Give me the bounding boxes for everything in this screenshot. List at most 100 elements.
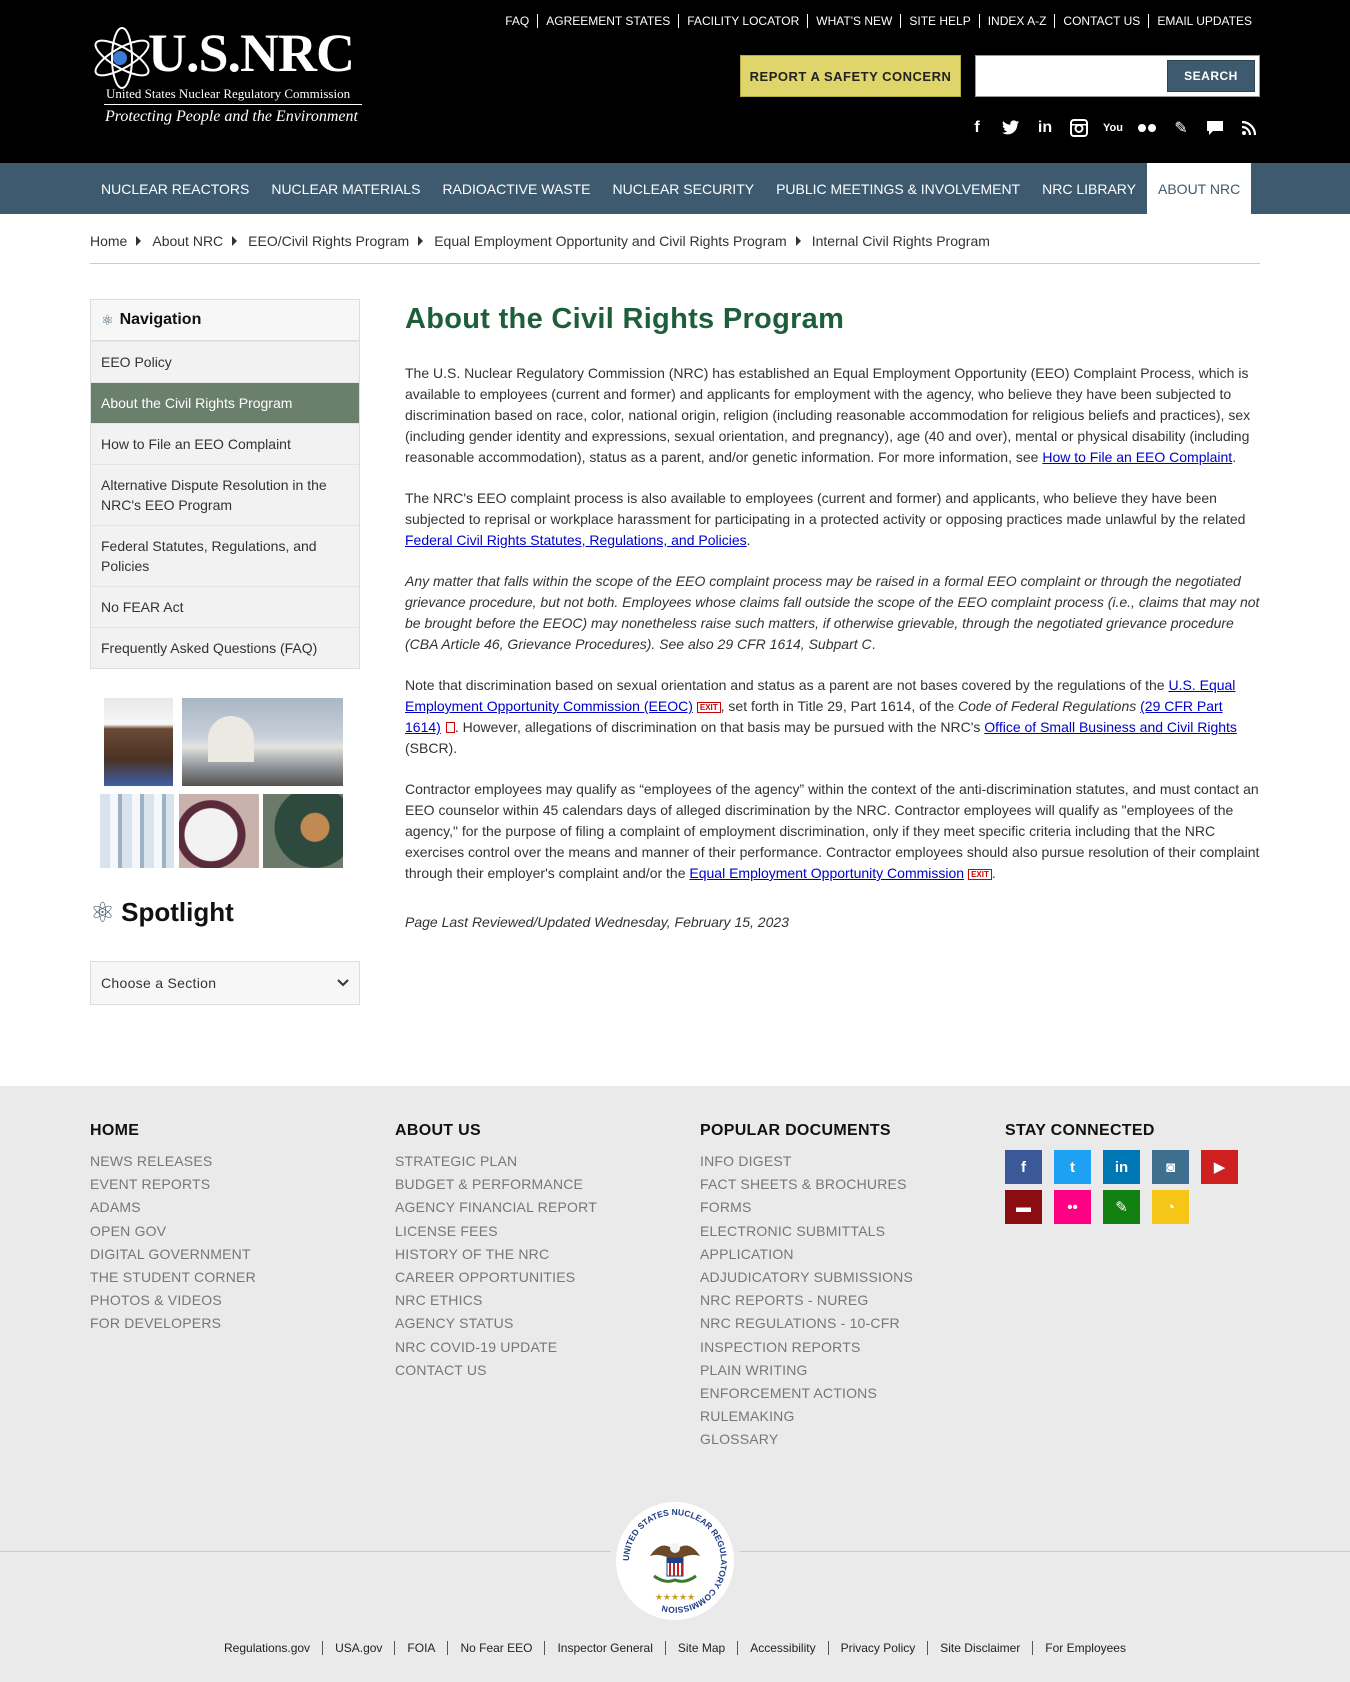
footer-link[interactable]: PLAIN WRITING (700, 1359, 913, 1382)
top-link-contact-us[interactable]: CONTACT US (1054, 14, 1148, 28)
federal-statutes-link[interactable]: Federal Civil Rights Statutes, Regulatio… (405, 532, 747, 548)
paragraph-text: (SBCR). (405, 740, 458, 756)
footer-link[interactable]: APPLICATION (700, 1243, 913, 1266)
facebook-icon[interactable]: f (1005, 1150, 1042, 1184)
bottom-link-inspector-general[interactable]: Inspector General (544, 1641, 664, 1655)
instagram-icon[interactable]: ◙ (1152, 1150, 1189, 1184)
side-nav-file-complaint[interactable]: How to File an EEO Complaint (91, 423, 359, 464)
nav-nuclear-security[interactable]: NUCLEAR SECURITY (602, 163, 766, 214)
bottom-link-employees[interactable]: For Employees (1032, 1641, 1138, 1655)
comment-icon[interactable]: ▬ (1005, 1190, 1042, 1224)
footer-link[interactable]: PHOTOS & VIDEOS (90, 1289, 256, 1312)
side-nav-faq[interactable]: Frequently Asked Questions (FAQ) (91, 627, 359, 668)
side-nav-eeo-policy[interactable]: EEO Policy (91, 341, 359, 382)
top-link-site-help[interactable]: SITE HELP (900, 14, 978, 28)
footer-link[interactable]: THE STUDENT CORNER (90, 1266, 256, 1289)
footer-link[interactable]: AGENCY STATUS (395, 1312, 597, 1335)
nav-radioactive-waste[interactable]: RADIOACTIVE WASTE (431, 163, 601, 214)
footer-link[interactable]: FACT SHEETS & BROCHURES (700, 1173, 913, 1196)
footer-col-title[interactable]: POPULAR DOCUMENTS (700, 1122, 913, 1140)
linkedin-icon[interactable]: in (1103, 1150, 1140, 1184)
search-button[interactable]: SEARCH (1167, 60, 1255, 92)
footer-link[interactable]: FOR DEVELOPERS (90, 1312, 256, 1335)
choose-section-dropdown[interactable]: Choose a Section (90, 961, 360, 1005)
twitter-icon[interactable] (1000, 117, 1022, 139)
bottom-link-foia[interactable]: FOIA (394, 1641, 447, 1655)
instagram-icon[interactable] (1068, 117, 1090, 139)
side-nav-adr[interactable]: Alternative Dispute Resolution in the NR… (91, 464, 359, 525)
footer-link[interactable]: NRC COVID-19 UPDATE (395, 1336, 597, 1359)
breadcrumb-home[interactable]: Home (90, 233, 127, 249)
facebook-icon[interactable]: f (966, 117, 988, 139)
twitter-icon[interactable]: t (1054, 1150, 1091, 1184)
footer-link[interactable]: CONTACT US (395, 1359, 597, 1382)
footer-link[interactable]: AGENCY FINANCIAL REPORT (395, 1196, 597, 1219)
nav-nuclear-materials[interactable]: NUCLEAR MATERIALS (260, 163, 431, 214)
rss-icon[interactable]: ◔ (1152, 1190, 1189, 1224)
comment-icon[interactable] (1204, 117, 1226, 139)
youtube-icon[interactable]: ▶ (1201, 1150, 1238, 1184)
footer-link[interactable]: INSPECTION REPORTS (700, 1336, 913, 1359)
bottom-link-disclaimer[interactable]: Site Disclaimer (927, 1641, 1032, 1655)
bottom-link-privacy[interactable]: Privacy Policy (827, 1641, 928, 1655)
footer-link[interactable]: ADAMS (90, 1196, 256, 1219)
search-input[interactable] (982, 64, 1167, 88)
footer-col-title[interactable]: HOME (90, 1122, 256, 1140)
footer-link[interactable]: OPEN GOV (90, 1220, 256, 1243)
nav-nuclear-reactors[interactable]: NUCLEAR REACTORS (90, 163, 260, 214)
report-safety-concern-button[interactable]: REPORT A SAFETY CONCERN (740, 55, 961, 97)
footer-link[interactable]: CAREER OPPORTUNITIES (395, 1266, 597, 1289)
side-nav-statutes[interactable]: Federal Statutes, Regulations, and Polic… (91, 525, 359, 586)
how-to-file-link[interactable]: How to File an EEO Complaint (1042, 449, 1232, 465)
nav-about-nrc[interactable]: ABOUT NRC (1147, 163, 1252, 214)
blog-pencil-icon[interactable]: ✎ (1170, 117, 1192, 139)
bottom-link-regulations[interactable]: Regulations.gov (212, 1641, 322, 1655)
rss-icon[interactable] (1238, 117, 1260, 139)
eeoc-commission-link[interactable]: Equal Employment Opportunity Commission (689, 865, 964, 881)
side-nav-about-civil-rights[interactable]: About the Civil Rights Program (91, 382, 359, 423)
blog-pencil-icon[interactable]: ✎ (1103, 1190, 1140, 1224)
breadcrumb-eeo-program[interactable]: Equal Employment Opportunity and Civil R… (434, 233, 787, 249)
top-link-whats-new[interactable]: WHAT'S NEW (807, 14, 900, 28)
footer-link[interactable]: RULEMAKING (700, 1405, 913, 1428)
youtube-icon[interactable]: You (1102, 117, 1124, 139)
sbcr-link[interactable]: Office of Small Business and Civil Right… (984, 719, 1237, 735)
top-link-facility-locator[interactable]: FACILITY LOCATOR (678, 14, 807, 28)
footer-link[interactable]: LICENSE FEES (395, 1220, 597, 1243)
footer-link[interactable]: NEWS RELEASES (90, 1150, 256, 1173)
breadcrumb-about-nrc[interactable]: About NRC (152, 233, 223, 249)
footer-link[interactable]: BUDGET & PERFORMANCE (395, 1173, 597, 1196)
linkedin-icon[interactable]: in (1034, 117, 1056, 139)
breadcrumb-eeo-civil-rights[interactable]: EEO/Civil Rights Program (248, 233, 409, 249)
nav-public-meetings[interactable]: PUBLIC MEETINGS & INVOLVEMENT (765, 163, 1031, 214)
flickr-icon[interactable] (1136, 117, 1158, 139)
bottom-link-site-map[interactable]: Site Map (664, 1641, 737, 1655)
bottom-link-accessibility[interactable]: Accessibility (737, 1641, 827, 1655)
top-link-index[interactable]: INDEX A-Z (978, 14, 1055, 28)
footer-link[interactable]: INFO DIGEST (700, 1150, 913, 1173)
nrc-logo[interactable]: U.S.NRC United States Nuclear Regulatory… (90, 18, 365, 126)
bottom-link-usa-gov[interactable]: USA.gov (322, 1641, 394, 1655)
footer-link[interactable]: ADJUDICATORY SUBMISSIONS (700, 1266, 913, 1289)
breadcrumb-arrow-icon (418, 236, 424, 246)
bottom-link-no-fear[interactable]: No Fear EEO (447, 1641, 544, 1655)
flickr-icon[interactable]: •• (1054, 1190, 1091, 1224)
footer-link[interactable]: NRC ETHICS (395, 1289, 597, 1312)
footer-col-title[interactable]: ABOUT US (395, 1122, 597, 1140)
footer-link[interactable]: ELECTRONIC SUBMITTALS (700, 1220, 913, 1243)
top-link-faq[interactable]: FAQ (497, 14, 537, 28)
side-nav-no-fear-act[interactable]: No FEAR Act (91, 586, 359, 627)
footer-link[interactable]: FORMS (700, 1196, 913, 1219)
top-link-email-updates[interactable]: EMAIL UPDATES (1148, 14, 1260, 28)
footer-link[interactable]: ENFORCEMENT ACTIONS (700, 1382, 913, 1405)
footer-link[interactable]: HISTORY OF THE NRC (395, 1243, 597, 1266)
nav-nrc-library[interactable]: NRC LIBRARY (1031, 163, 1147, 214)
footer-link[interactable]: EVENT REPORTS (90, 1173, 256, 1196)
cfr-title: Code of Federal Regulations (958, 698, 1137, 714)
footer-link[interactable]: NRC REGULATIONS - 10-CFR (700, 1312, 913, 1335)
footer-link[interactable]: NRC REPORTS - NUREG (700, 1289, 913, 1312)
footer-link[interactable]: GLOSSARY (700, 1428, 913, 1451)
top-link-agreement-states[interactable]: AGREEMENT STATES (537, 14, 678, 28)
footer-link[interactable]: DIGITAL GOVERNMENT (90, 1243, 256, 1266)
footer-link[interactable]: STRATEGIC PLAN (395, 1150, 597, 1173)
